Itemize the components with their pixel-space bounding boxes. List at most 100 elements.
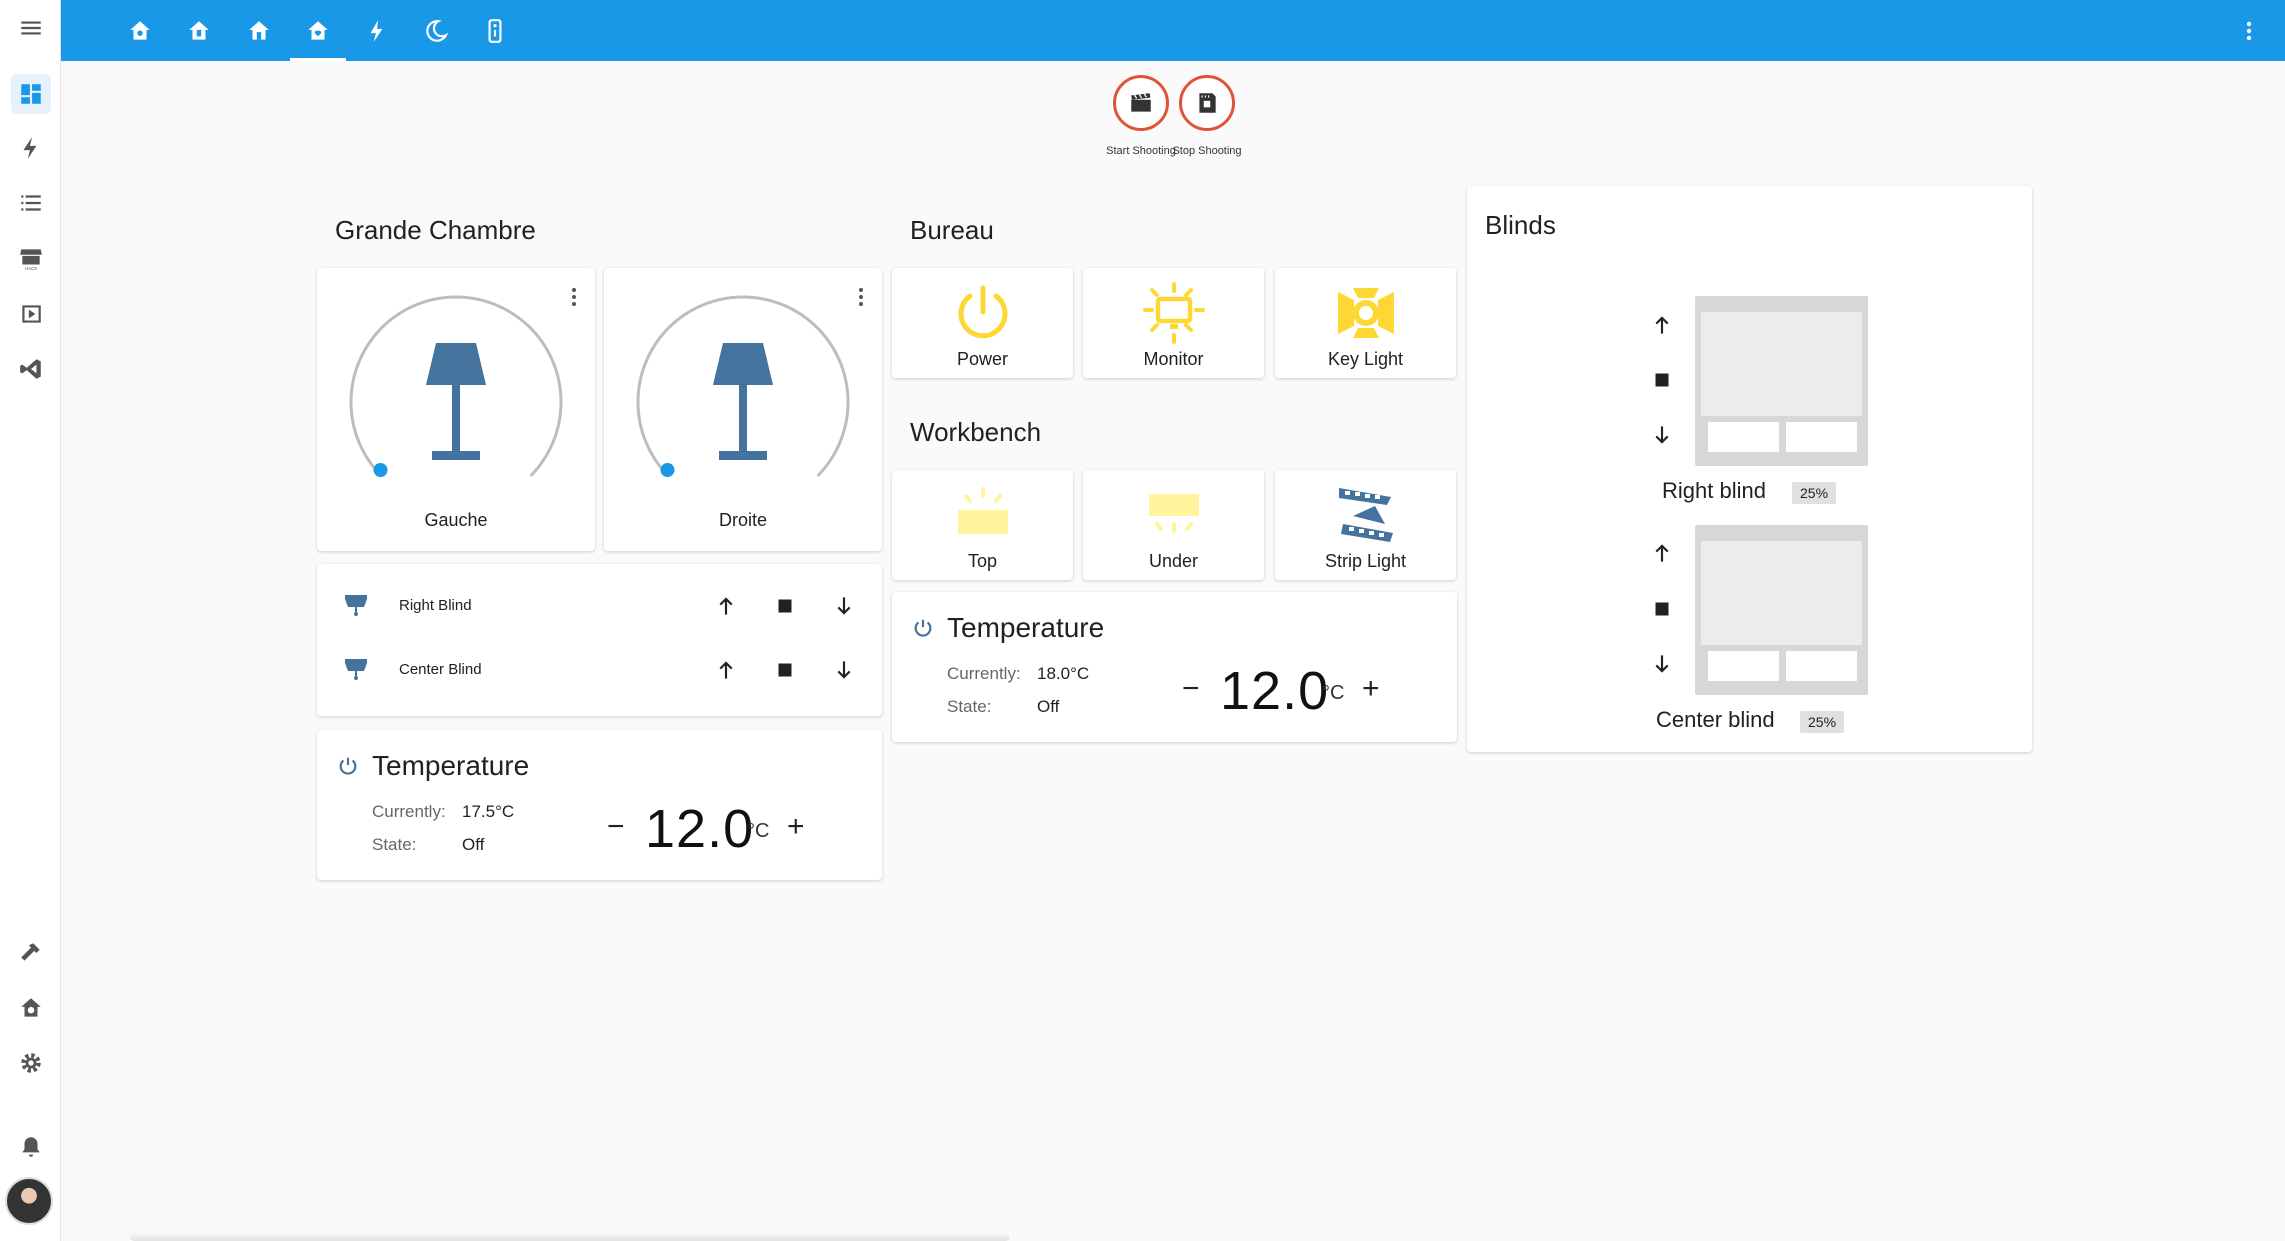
light-card-droite[interactable]: Droite — [604, 268, 882, 551]
open-arrow-icon[interactable] — [1649, 312, 1675, 338]
close-arrow-icon[interactable] — [831, 593, 857, 619]
vscode-icon — [20, 359, 41, 379]
blind-row-label[interactable]: Center Blind — [399, 661, 482, 678]
state-label: State: — [372, 835, 417, 854]
decrease-button[interactable]: − — [607, 810, 625, 844]
blind-window[interactable] — [1695, 525, 1868, 695]
stop-icon[interactable] — [772, 657, 798, 683]
tile-strip-light[interactable]: Strip Light — [1275, 470, 1456, 580]
state-value: Off — [462, 835, 485, 854]
decrease-button[interactable]: − — [1182, 672, 1200, 706]
thermostat-card-chambre: Temperature Currently: 17.5°C State: Off… — [317, 730, 882, 880]
tile-label: Strip Light — [1324, 551, 1407, 571]
dial-thumb[interactable] — [373, 463, 388, 477]
sidebar-item-notifications[interactable] — [11, 1127, 51, 1167]
sidebar-item-settings[interactable] — [11, 1043, 51, 1083]
tab-house-cog[interactable] — [112, 0, 168, 61]
stop-icon[interactable] — [1649, 596, 1675, 622]
bell-icon — [22, 1137, 40, 1157]
close-arrow-icon[interactable] — [1649, 422, 1675, 448]
current-temperature: 17.5°C — [462, 802, 515, 821]
tile-under[interactable]: Under — [1083, 470, 1264, 580]
light-name: Droite — [718, 510, 767, 530]
hammer-icon — [21, 943, 40, 961]
menu-icon — [21, 21, 41, 35]
tab-house-badge[interactable] — [171, 0, 227, 61]
tile-label: Monitor — [1143, 349, 1204, 369]
store-icon: HACS — [20, 249, 42, 271]
dial-thumb[interactable] — [660, 463, 675, 477]
tile-label: Under — [1148, 551, 1199, 571]
house-cog-icon — [130, 20, 150, 40]
blinds-card: Blinds Right blind 25% Center blind 25% — [1467, 186, 2032, 752]
more-options-icon[interactable] — [858, 286, 864, 308]
lamp-icon — [426, 343, 486, 460]
close-arrow-icon[interactable] — [831, 657, 857, 683]
tile-label: Top — [967, 551, 998, 571]
svg-text:HACS: HACS — [25, 266, 37, 271]
close-arrow-icon[interactable] — [1649, 651, 1675, 677]
power-icon[interactable] — [337, 755, 359, 777]
open-arrow-icon[interactable] — [713, 657, 739, 683]
temperature-unit: °C — [1322, 682, 1345, 704]
tile-power[interactable]: Power — [892, 268, 1073, 378]
current-temperature: 18.0°C — [1037, 664, 1090, 683]
thermostat-title: Temperature — [372, 750, 530, 781]
under-light-icon — [1148, 494, 1199, 533]
workbench-tiles: Top Under Strip Light — [892, 470, 1457, 580]
blind-window[interactable] — [1695, 296, 1868, 466]
sidebar-item-logbook[interactable] — [11, 183, 51, 223]
open-arrow-icon[interactable] — [1649, 540, 1675, 566]
tile-top[interactable]: Top — [892, 470, 1073, 580]
avatar[interactable] — [5, 1177, 53, 1225]
gear-icon — [21, 1053, 41, 1073]
blind-row-label[interactable]: Right Blind — [399, 597, 472, 614]
sidebar-item-overview[interactable] — [11, 74, 51, 114]
tab-remote[interactable] — [467, 0, 523, 61]
stop-icon[interactable] — [1649, 367, 1675, 393]
menu-button[interactable] — [11, 8, 51, 48]
blinds-card-title: Blinds — [1485, 210, 1556, 240]
temperature-unit: °C — [747, 820, 770, 842]
more-options-icon[interactable] — [571, 286, 577, 308]
sidebar-item-energy[interactable] — [11, 128, 51, 168]
lamp-icon — [713, 343, 773, 460]
film-stop-icon — [1199, 93, 1216, 113]
window-pane — [1708, 422, 1779, 452]
sidebar-item-vscode[interactable] — [11, 349, 51, 389]
sidebar-item-supervisor[interactable] — [11, 988, 51, 1028]
light-card-gauche[interactable]: Gauche — [317, 268, 595, 551]
bureau-tiles: Power Monitor Key Light — [892, 268, 1457, 378]
overflow-menu-icon[interactable] — [2237, 16, 2261, 46]
light-name: Gauche — [424, 510, 488, 530]
currently-label: Currently: — [372, 802, 446, 821]
target-temperature: 12.0 — [1220, 661, 1330, 721]
power-icon[interactable] — [912, 617, 934, 639]
open-arrow-icon[interactable] — [713, 593, 739, 619]
tab-night[interactable] — [408, 0, 464, 61]
tile-monitor[interactable]: Monitor — [1083, 268, 1264, 378]
blind-position-badge: 25% — [1800, 711, 1845, 733]
sidebar-item-media[interactable] — [11, 294, 51, 334]
tab-house-heart[interactable] — [290, 0, 346, 61]
workbench-title: Workbench — [910, 417, 1042, 447]
grande-chambre-title: Grande Chambre — [335, 215, 536, 245]
blind-shade — [1701, 541, 1862, 645]
tile-label: Key Light — [1327, 349, 1404, 369]
tab-house[interactable] — [231, 0, 287, 61]
tab-energy[interactable] — [349, 0, 405, 61]
increase-button[interactable]: + — [787, 810, 805, 844]
blind-icon — [345, 595, 367, 616]
sidebar-item-developer-tools[interactable] — [11, 933, 51, 973]
top-light-icon — [957, 487, 1008, 534]
blind-name: Center blind — [1656, 707, 1775, 732]
stop-icon[interactable] — [772, 593, 798, 619]
sidebar-item-hacs[interactable]: HACS — [11, 238, 51, 278]
increase-button[interactable]: + — [1362, 672, 1380, 706]
media-icon — [22, 305, 41, 323]
stop-shooting-button[interactable] — [1179, 75, 1235, 131]
led-strip-icon — [1338, 488, 1393, 542]
tile-key-light[interactable]: Key Light — [1275, 268, 1456, 378]
clapperboard-icon — [1131, 93, 1151, 112]
start-shooting-button[interactable] — [1113, 75, 1169, 131]
